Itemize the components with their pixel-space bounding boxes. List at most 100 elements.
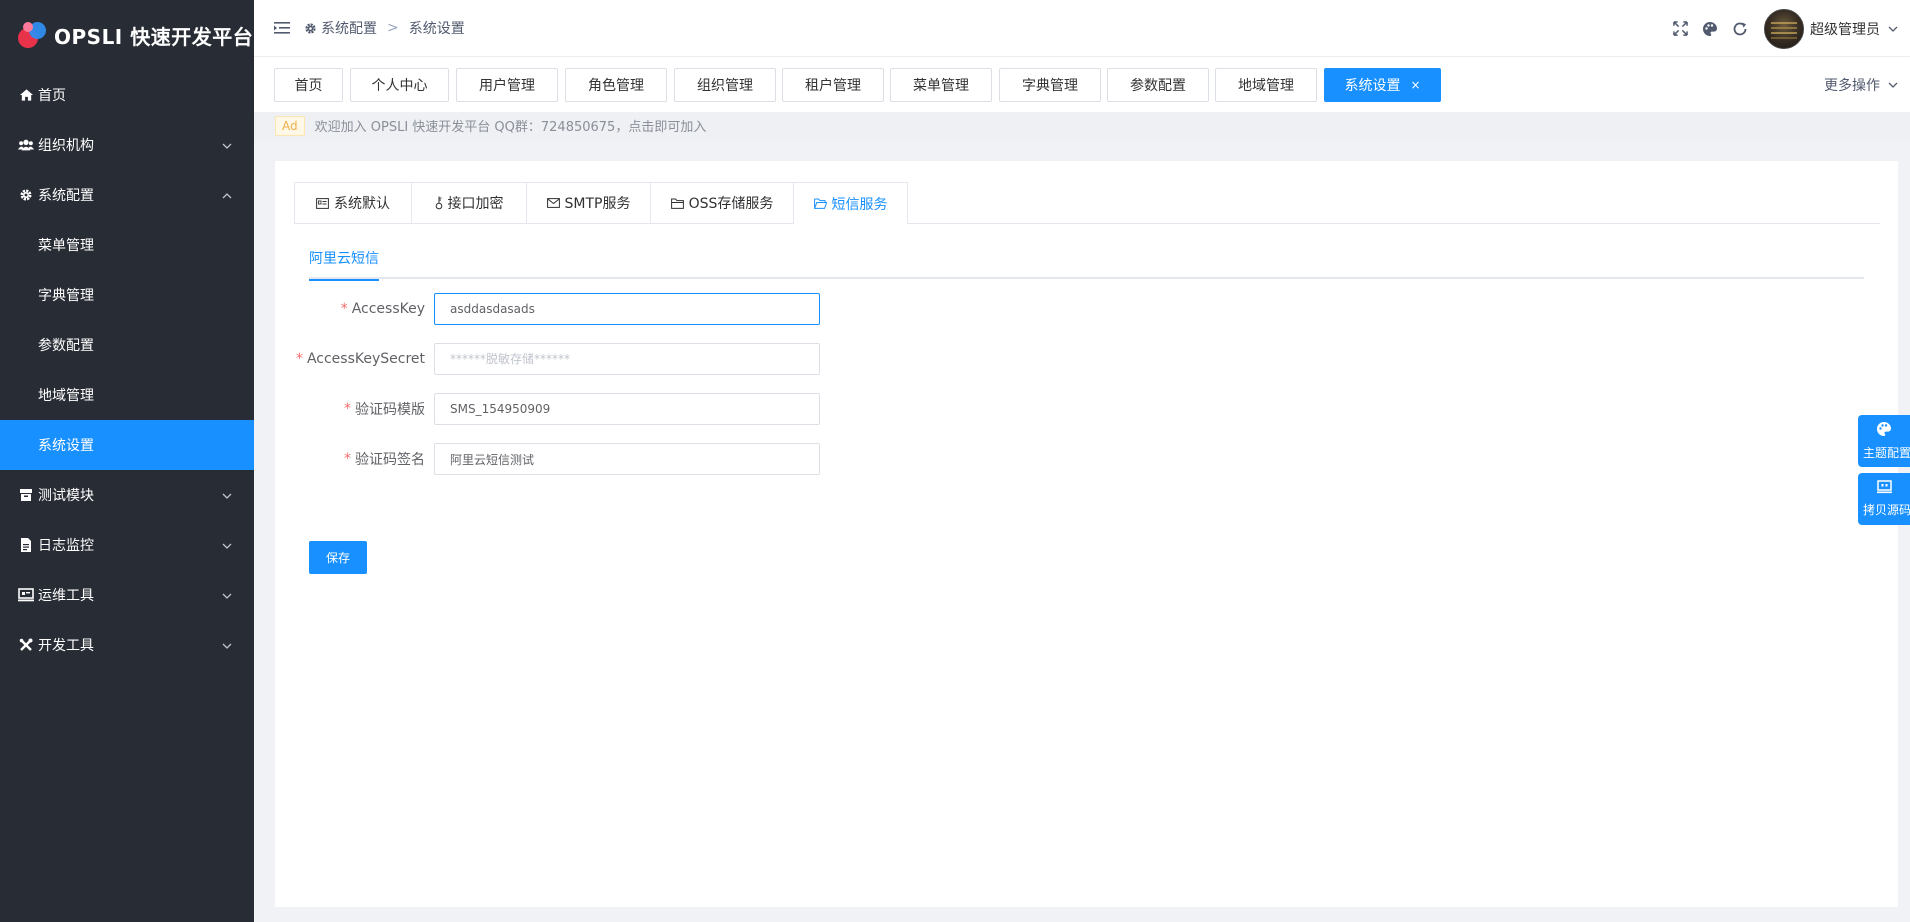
breadcrumb-item-system-config[interactable]: 系统配置: [321, 18, 377, 38]
tab-system-default[interactable]: 系统默认: [294, 182, 411, 224]
gear-icon: [304, 22, 317, 35]
form-label: * AccessKey: [341, 293, 425, 325]
refresh-icon[interactable]: [1732, 21, 1748, 37]
tag-label: 地域管理: [1238, 78, 1294, 94]
settings-tabs: 系统默认 接口加密 SMTP服务 OSS存储服务 短信服务: [294, 182, 1880, 225]
notice-text[interactable]: 欢迎加入 OPSLI 快速开发平台 QQ群：724850675，点击即可加入: [315, 116, 707, 135]
sidebar-item-label: 日志监控: [38, 538, 94, 554]
tag-system-settings[interactable]: 系统设置 ×: [1324, 68, 1441, 102]
key-icon: [435, 196, 443, 210]
sidebar-item-system-settings[interactable]: 系统设置: [0, 420, 254, 470]
float-panel-label: 拷贝源码: [1863, 503, 1910, 517]
chevron-down-icon: [222, 487, 232, 503]
accesskey-input[interactable]: [434, 293, 820, 325]
sidebar-item-test-module[interactable]: 测试模块: [0, 470, 254, 520]
sidebar-item-dictionary-management[interactable]: 字典管理: [0, 270, 254, 320]
theme-config-button[interactable]: 主题配置: [1858, 415, 1910, 467]
notice-bar[interactable]: Ad 欢迎加入 OPSLI 快速开发平台 QQ群：724850675，点击即可加…: [254, 112, 1910, 139]
sidebar-item-menu-management[interactable]: 菜单管理: [0, 220, 254, 270]
menu-fold-icon[interactable]: [274, 21, 290, 35]
logo-icon: [18, 20, 48, 50]
tag-label: 参数配置: [1130, 78, 1186, 94]
fullscreen-icon[interactable]: [1673, 21, 1688, 36]
tab-api-encryption[interactable]: 接口加密: [411, 182, 526, 224]
sidebar-item-label: 参数配置: [38, 338, 94, 354]
tag-region-management[interactable]: 地域管理: [1215, 68, 1317, 102]
tab-oss-storage-service[interactable]: OSS存储服务: [650, 182, 793, 224]
app-logo[interactable]: OPSLI 快速开发平台: [0, 0, 254, 70]
sidebar-submenu-system-config: 菜单管理 字典管理 参数配置 地域管理 系统设置: [0, 220, 254, 470]
palette-icon[interactable]: [1702, 21, 1718, 37]
sidebar-item-parameter-config[interactable]: 参数配置: [0, 320, 254, 370]
form-row-template-code: * 验证码模版: [275, 393, 1095, 425]
avatar[interactable]: [1764, 8, 1804, 49]
tag-label: 字典管理: [1022, 78, 1078, 94]
tab-label: OSS存储服务: [688, 196, 774, 212]
sidebar-item-label: 菜单管理: [38, 238, 94, 254]
folder-icon: [670, 198, 684, 209]
accesskeysecret-input[interactable]: [434, 343, 820, 375]
sidebar-item-system-config[interactable]: 系统配置: [0, 170, 254, 220]
tag-tenant-management[interactable]: 租户管理: [782, 68, 884, 102]
tag-label: 系统设置: [1344, 78, 1401, 94]
sidebar-item-label: 字典管理: [38, 288, 94, 304]
sidebar-item-organization[interactable]: 组织机构: [0, 120, 254, 170]
tag-parameter-config[interactable]: 参数配置: [1107, 68, 1209, 102]
required-mark: *: [340, 301, 348, 317]
form-label-text: 验证码签名: [355, 452, 425, 468]
app-title: OPSLI 快速开发平台: [54, 24, 254, 49]
tag-menu-management[interactable]: 菜单管理: [890, 68, 992, 102]
code-icon: [1876, 480, 1892, 498]
tag-home[interactable]: 首页: [274, 68, 343, 102]
tag-profile[interactable]: 个人中心: [350, 68, 449, 102]
required-mark: *: [344, 451, 351, 467]
sidebar-item-log-monitor[interactable]: 日志监控: [0, 520, 254, 570]
subtab-aliyun-sms[interactable]: 阿里云短信: [309, 245, 379, 281]
sidebar-item-region-management[interactable]: 地域管理: [0, 370, 254, 420]
tag-role-management[interactable]: 角色管理: [565, 68, 667, 102]
sidebar-item-ops-tools[interactable]: 运维工具: [0, 570, 254, 620]
tag-org-management[interactable]: 组织管理: [674, 68, 776, 102]
tab-smtp-service[interactable]: SMTP服务: [526, 182, 650, 224]
tag-label: 用户管理: [479, 78, 535, 94]
tools-icon: [18, 637, 34, 653]
sidebar-item-label: 系统设置: [38, 438, 94, 454]
float-panel-label: 主题配置: [1863, 446, 1910, 460]
form-row-accesskey: * AccessKey: [275, 293, 1095, 325]
close-icon[interactable]: ×: [1410, 78, 1420, 92]
form-label: * 验证码签名: [344, 443, 425, 475]
copy-source-button[interactable]: 拷贝源码: [1858, 473, 1910, 525]
home-icon: [18, 87, 34, 103]
more-actions-dropdown[interactable]: 更多操作: [1824, 57, 1898, 112]
sidebar-item-label: 地域管理: [38, 388, 94, 404]
gear-icon: [18, 187, 34, 203]
tag-label: 菜单管理: [913, 78, 969, 94]
sidebar-item-dev-tools[interactable]: 开发工具: [0, 620, 254, 670]
save-button[interactable]: 保存: [309, 541, 367, 574]
tag-dictionary-management[interactable]: 字典管理: [999, 68, 1101, 102]
mail-icon: [546, 198, 560, 208]
required-mark: *: [295, 351, 303, 367]
tag-label: 租户管理: [805, 78, 861, 94]
user-name[interactable]: 超级管理员: [1810, 19, 1880, 39]
sign-name-input[interactable]: [434, 443, 820, 475]
tab-sms-service[interactable]: 短信服务: [793, 182, 908, 225]
file-icon: [18, 537, 34, 553]
sidebar-item-label: 首页: [38, 88, 66, 104]
chevron-down-icon: [222, 137, 232, 153]
monitor-icon: [18, 587, 34, 603]
folder-open-icon: [813, 198, 827, 209]
sidebar-item-home[interactable]: 首页: [0, 70, 254, 120]
sms-provider-tabs: 阿里云短信: [309, 245, 1864, 281]
chevron-down-icon[interactable]: [1888, 26, 1898, 32]
chevron-up-icon: [222, 187, 232, 203]
settings-card: 系统默认 接口加密 SMTP服务 OSS存储服务 短信服务 阿里云短信 * Ac…: [275, 161, 1898, 907]
required-mark: *: [344, 401, 351, 417]
tab-label: 系统默认: [334, 196, 390, 212]
template-code-input[interactable]: [434, 393, 820, 425]
box-icon: [18, 487, 34, 503]
tag-user-management[interactable]: 用户管理: [456, 68, 558, 102]
sidebar-item-label: 系统配置: [38, 188, 94, 204]
tag-label: 首页: [294, 78, 323, 94]
tag-label: 角色管理: [588, 78, 644, 94]
